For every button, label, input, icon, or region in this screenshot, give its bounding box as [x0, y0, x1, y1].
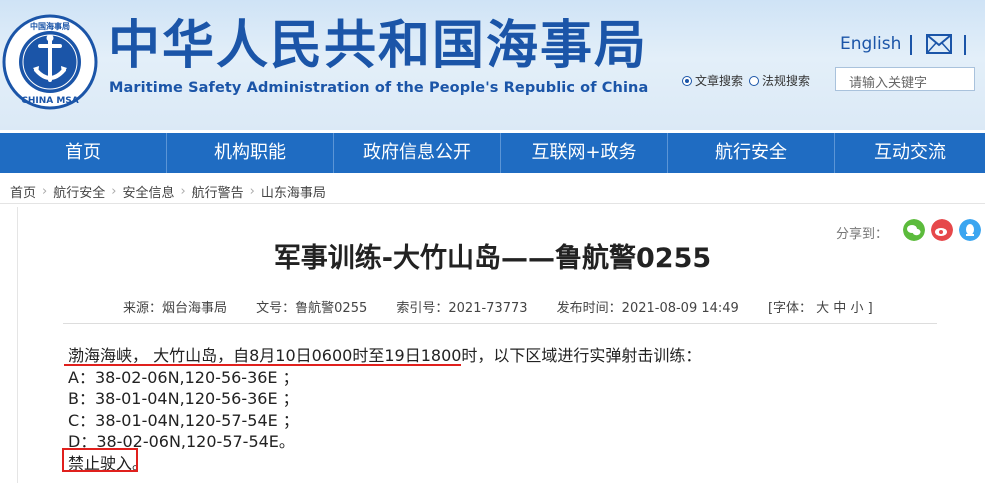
msa-logo[interactable]: 中国海事局 CHINA MSA	[2, 14, 98, 110]
site-title-cn: 中华人民共和国海事局	[108, 16, 649, 76]
search-option-label: 法规搜索	[762, 74, 811, 88]
nav-item-internet-gov[interactable]: 互联网+政务	[501, 133, 668, 173]
meta-index-no: 索引号：2021-73773	[396, 301, 528, 316]
article-title: 军事训练-大竹山岛——鲁航警0255	[273, 243, 712, 274]
site-title-en: Maritime Safety Administration of the Pe…	[109, 80, 649, 96]
divider	[964, 35, 966, 55]
svg-text:CHINA MSA: CHINA MSA	[21, 96, 79, 106]
radio-button[interactable]	[682, 75, 692, 86]
nav-item-gov-info[interactable]: 政府信息公开	[334, 133, 501, 173]
nav-item-navigation-safety[interactable]: 航行安全	[668, 133, 835, 173]
divider	[63, 323, 937, 324]
meta-publish-time: 发布时间：2021-08-09 14:49	[556, 301, 739, 316]
search-option-law[interactable]: 法规搜索	[749, 72, 810, 89]
chevron-right-icon: ›	[111, 184, 117, 199]
chevron-right-icon: ›	[249, 184, 255, 199]
breadcrumb-item[interactable]: 航行安全	[53, 182, 105, 201]
red-box-annotation	[62, 448, 138, 472]
divider	[910, 35, 912, 55]
body-line: C：38-01-04N,120-57-54E ；	[68, 410, 299, 430]
nav-item-interaction[interactable]: 互动交流	[835, 133, 985, 173]
english-link[interactable]: English	[840, 34, 901, 54]
main-nav: 首页 机构职能 政府信息公开 互联网+政务 航行安全 互动交流	[0, 133, 985, 173]
search-option-article[interactable]: 文章搜索	[682, 72, 743, 89]
breadcrumb-item[interactable]: 安全信息	[122, 182, 174, 201]
meta-doc-no: 文号：鲁航警0255	[256, 301, 368, 316]
body-line: 禁止驶入。	[68, 453, 149, 473]
svg-text:中国海事局: 中国海事局	[30, 21, 70, 31]
body-line: A：38-02-06N,120-56-36E ；	[68, 367, 299, 387]
breadcrumb-item[interactable]: 航行警告	[192, 182, 244, 201]
search-input[interactable]: 请输入关键字	[835, 67, 975, 91]
breadcrumb-item[interactable]: 山东海事局	[261, 182, 326, 201]
header: 中国海事局 CHINA MSA 中华人民共和国海事局 Maritime Safe…	[0, 0, 985, 130]
breadcrumb-item[interactable]: 首页	[10, 182, 36, 201]
meta-source: 来源：烟台海事局	[123, 301, 228, 316]
radio-button[interactable]	[749, 75, 760, 86]
body-line: B：38-01-04N,120-56-36E ；	[68, 389, 299, 408]
nav-item-home[interactable]: 首页	[0, 133, 167, 173]
article-meta: 来源：烟台海事局 文号：鲁航警0255 索引号：2021-73773 发布时间：…	[123, 297, 898, 316]
body-line: D：38-02-06N,120-57-54E。	[68, 432, 295, 451]
red-underline-annotation	[64, 364, 461, 366]
search-type-selector: 文章搜索 法规搜索	[682, 72, 816, 89]
search-option-label: 文章搜索	[695, 74, 744, 88]
mail-icon[interactable]	[926, 34, 952, 54]
divider	[0, 203, 985, 204]
nav-item-functions[interactable]: 机构职能	[167, 133, 334, 173]
chevron-right-icon: ›	[42, 184, 48, 199]
font-size-selector[interactable]: [字体： 大 中 小 ]	[768, 301, 873, 316]
chevron-right-icon: ›	[180, 184, 186, 199]
breadcrumb: 首页 › 航行安全 › 安全信息 › 航行警告 › 山东海事局	[10, 182, 326, 201]
